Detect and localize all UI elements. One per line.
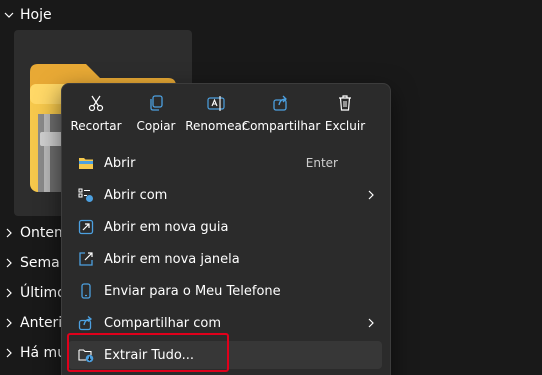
- rename-label: Renomear: [185, 119, 247, 133]
- menu-item-label: Abrir em nova janela: [104, 251, 240, 267]
- copy-label: Copiar: [136, 119, 176, 133]
- chevron-right-icon: [368, 318, 374, 328]
- chevron-right-icon: [368, 190, 374, 200]
- delete-label: Excluir: [324, 119, 366, 133]
- menu-item-open-new-window[interactable]: Abrir em nova janela: [68, 245, 382, 273]
- menu-item-label: Abrir em nova guia: [104, 219, 229, 235]
- phone-icon: [77, 282, 95, 300]
- menu-item-label: Enviar para o Meu Telefone: [104, 283, 281, 299]
- explorer-window: Hoje … Ontem Semana passada: [0, 0, 542, 375]
- context-menu: Recortar Copiar Renomear Compartilhar Ex…: [61, 83, 391, 375]
- menu-item-label: Compartilhar com: [104, 315, 222, 331]
- chevron-right-icon: [0, 228, 18, 238]
- share-button[interactable]: Compartilhar: [242, 90, 320, 138]
- menu-item-open-with[interactable]: Abrir com: [68, 181, 382, 209]
- trash-icon: [335, 93, 355, 113]
- cut-label: Recortar: [70, 119, 122, 133]
- group-header-today[interactable]: Hoje: [0, 4, 52, 26]
- menu-item-label: Abrir: [104, 155, 136, 171]
- menu-item-extract-all[interactable]: Extrair Tudo...: [68, 341, 382, 369]
- cut-button[interactable]: Recortar: [70, 90, 122, 138]
- share-icon: [271, 93, 291, 113]
- folder-open-icon: [77, 154, 95, 172]
- rename-button[interactable]: Renomear: [185, 90, 247, 138]
- chevron-right-icon: [0, 348, 18, 358]
- menu-item-share-with[interactable]: Compartilhar com: [68, 309, 382, 337]
- delete-button[interactable]: Excluir: [324, 90, 366, 138]
- shortcut-text: Enter: [305, 156, 338, 170]
- group-header-yesterday[interactable]: Ontem: [0, 222, 68, 244]
- chevron-right-icon: [0, 258, 18, 268]
- share-label: Compartilhar: [241, 119, 321, 133]
- menu-item-label: Extrair Tudo...: [104, 347, 194, 363]
- copy-icon: [146, 93, 166, 113]
- menu-item-open[interactable]: Abrir Enter: [68, 149, 382, 177]
- copy-button[interactable]: Copiar: [132, 90, 180, 138]
- share-with-icon: [77, 314, 95, 332]
- new-tab-icon: [77, 218, 95, 236]
- chevron-down-icon: [0, 10, 18, 20]
- chevron-right-icon: [0, 288, 18, 298]
- open-with-icon: [77, 186, 95, 204]
- new-window-icon: [77, 250, 95, 268]
- menu-item-label: Abrir com: [104, 187, 168, 203]
- extract-icon: [77, 346, 95, 364]
- scissors-icon: [86, 93, 106, 113]
- menu-item-send-to-phone[interactable]: Enviar para o Meu Telefone: [68, 277, 382, 305]
- chevron-right-icon: [0, 318, 18, 328]
- context-toolbar: Recortar Copiar Renomear Compartilhar Ex…: [62, 84, 390, 142]
- menu-item-open-new-tab[interactable]: Abrir em nova guia: [68, 213, 382, 241]
- group-label: Hoje: [20, 7, 52, 23]
- rename-icon: [206, 93, 226, 113]
